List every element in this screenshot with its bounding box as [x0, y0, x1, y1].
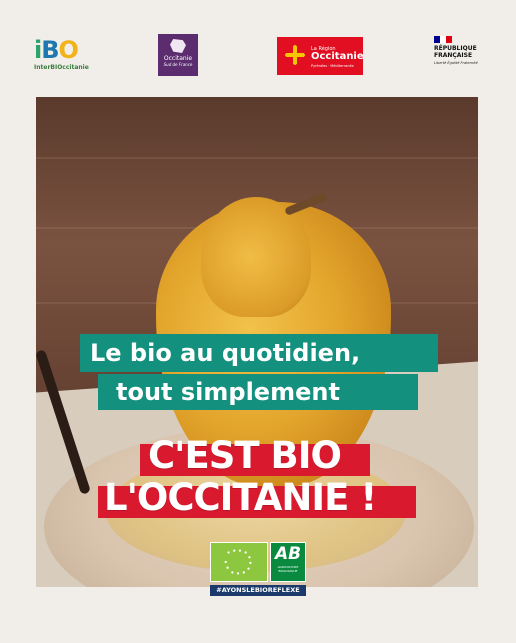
sud-de-france-logo: Occitanie Sud de France: [158, 34, 198, 76]
sud-de-france-line1: Occitanie: [163, 55, 193, 62]
sud-de-france-line2: Sud de France: [163, 62, 193, 67]
eu-organic-leaf-icon: [210, 542, 268, 582]
region-name: Occitanie: [311, 51, 364, 62]
partner-logo-bar: iBO InterBIOccitanie Occitanie Sud de Fr…: [0, 0, 516, 96]
republique-francaise-logo: RÉPUBLIQUE FRANÇAISE Liberté Égalité Fra…: [434, 36, 486, 78]
interbio-name: InterBIOccitanie: [34, 64, 89, 71]
republique-line1: RÉPUBLIQUE: [434, 45, 477, 52]
interbio-mark: iBO: [34, 36, 79, 64]
occitan-cross-icon: [285, 45, 305, 65]
slogan-line1: C'EST BIO: [148, 434, 342, 477]
ab-subtitle: AGRICULTURE BIOLOGIQUE: [277, 565, 299, 573]
french-flag-icon: [434, 36, 452, 43]
organic-labels: AB AGRICULTURE BIOLOGIQUE #AYONSLEBIOREF…: [210, 542, 306, 598]
tagline-line2: tout simplement: [116, 378, 340, 406]
hashtag-banner: #AYONSLEBIOREFLEXE: [210, 585, 306, 596]
interbio-occitanie-logo: iBO InterBIOccitanie: [34, 36, 96, 80]
republique-motto: Liberté Égalité Fraternité: [434, 61, 478, 65]
pear-neck: [201, 197, 311, 317]
wood-grain: [36, 157, 478, 159]
ab-mark: AB: [274, 544, 302, 564]
tagline-line1: Le bio au quotidien,: [90, 339, 361, 367]
ab-organic-label: AB AGRICULTURE BIOLOGIQUE: [270, 542, 306, 582]
region-occitanie-logo: La Région Occitanie Pyrénées · Méditerra…: [277, 37, 364, 75]
slogan-line2: L'OCCITANIE !: [104, 476, 377, 519]
occitanie-map-icon: [170, 39, 186, 53]
region-subtitle: Pyrénées · Méditerranée: [311, 64, 354, 68]
republique-line2: FRANÇAISE: [434, 52, 473, 59]
